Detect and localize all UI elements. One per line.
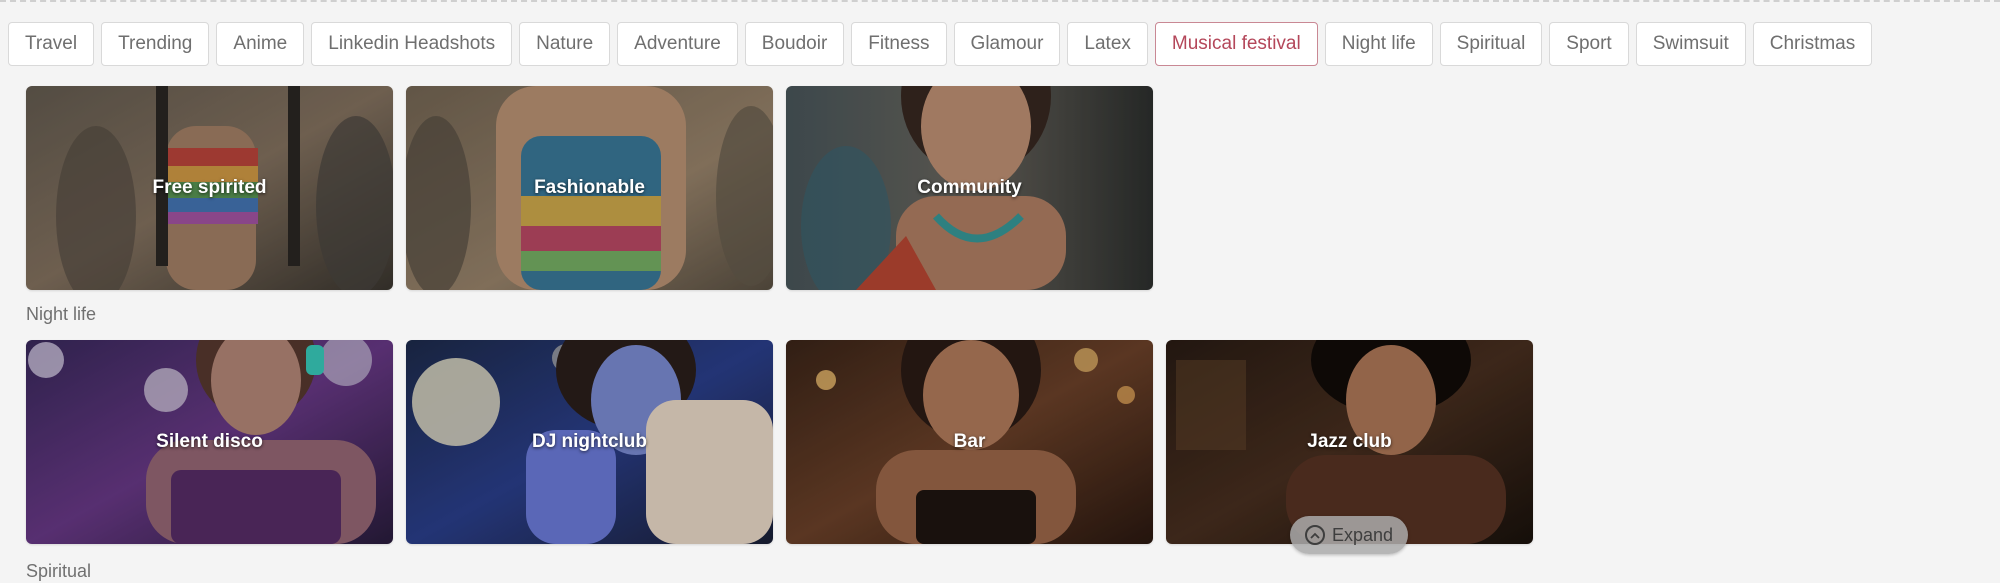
- card-title: Silent disco: [156, 431, 263, 452]
- style-card-jazz-club[interactable]: Jazz club: [1166, 340, 1533, 544]
- filter-chip-night-life[interactable]: Night life: [1324, 22, 1433, 66]
- top-divider: [0, 0, 2000, 2]
- filter-chip-christmas[interactable]: Christmas: [1752, 22, 1873, 66]
- style-card-community[interactable]: Community: [786, 86, 1153, 290]
- filter-chip-glamour[interactable]: Glamour: [953, 22, 1061, 66]
- filter-chip-trending[interactable]: Trending: [101, 22, 210, 66]
- style-card-fashionable[interactable]: Fashionable: [406, 86, 773, 290]
- section-title-spiritual: Spiritual: [26, 561, 92, 581]
- filter-chip-boudoir[interactable]: Boudoir: [744, 22, 845, 66]
- filter-chip-latex[interactable]: Latex: [1067, 22, 1148, 66]
- filter-chip-spiritual[interactable]: Spiritual: [1439, 22, 1543, 66]
- style-card-silent-disco[interactable]: Silent disco: [26, 340, 393, 544]
- expand-button[interactable]: Expand: [1290, 516, 1408, 554]
- filter-chip-sport[interactable]: Sport: [1549, 22, 1629, 66]
- filter-chip-anime[interactable]: Anime: [216, 22, 305, 66]
- filter-chip-adventure[interactable]: Adventure: [617, 22, 738, 66]
- category-filter-bar: Travel Trending Anime Linkedin Headshots…: [8, 20, 1873, 68]
- filter-chip-nature[interactable]: Nature: [519, 22, 611, 66]
- filter-chip-fitness[interactable]: Fitness: [851, 22, 947, 66]
- style-card-free-spirited[interactable]: Free spirited: [26, 86, 393, 290]
- filter-chip-swimsuit[interactable]: Swimsuit: [1635, 22, 1746, 66]
- card-title: Free spirited: [152, 177, 267, 198]
- card-title: Bar: [953, 431, 986, 452]
- card-title: Jazz club: [1307, 431, 1392, 452]
- style-card-dj-nightclub[interactable]: DJ nightclub: [406, 340, 773, 544]
- chevron-up-icon: [1304, 525, 1325, 545]
- card-title: Community: [917, 177, 1022, 198]
- card-title: DJ nightclub: [531, 431, 648, 452]
- filter-chip-musical-festival[interactable]: Musical festival: [1154, 22, 1318, 66]
- style-card-bar[interactable]: Bar: [786, 340, 1153, 544]
- filter-chip-travel[interactable]: Travel: [8, 22, 95, 66]
- expand-label: Expand: [1331, 524, 1394, 545]
- card-title: Fashionable: [534, 177, 645, 198]
- filter-chip-linkedin-headshots[interactable]: Linkedin Headshots: [311, 22, 513, 66]
- section-title-night-life: Night life: [26, 304, 97, 324]
